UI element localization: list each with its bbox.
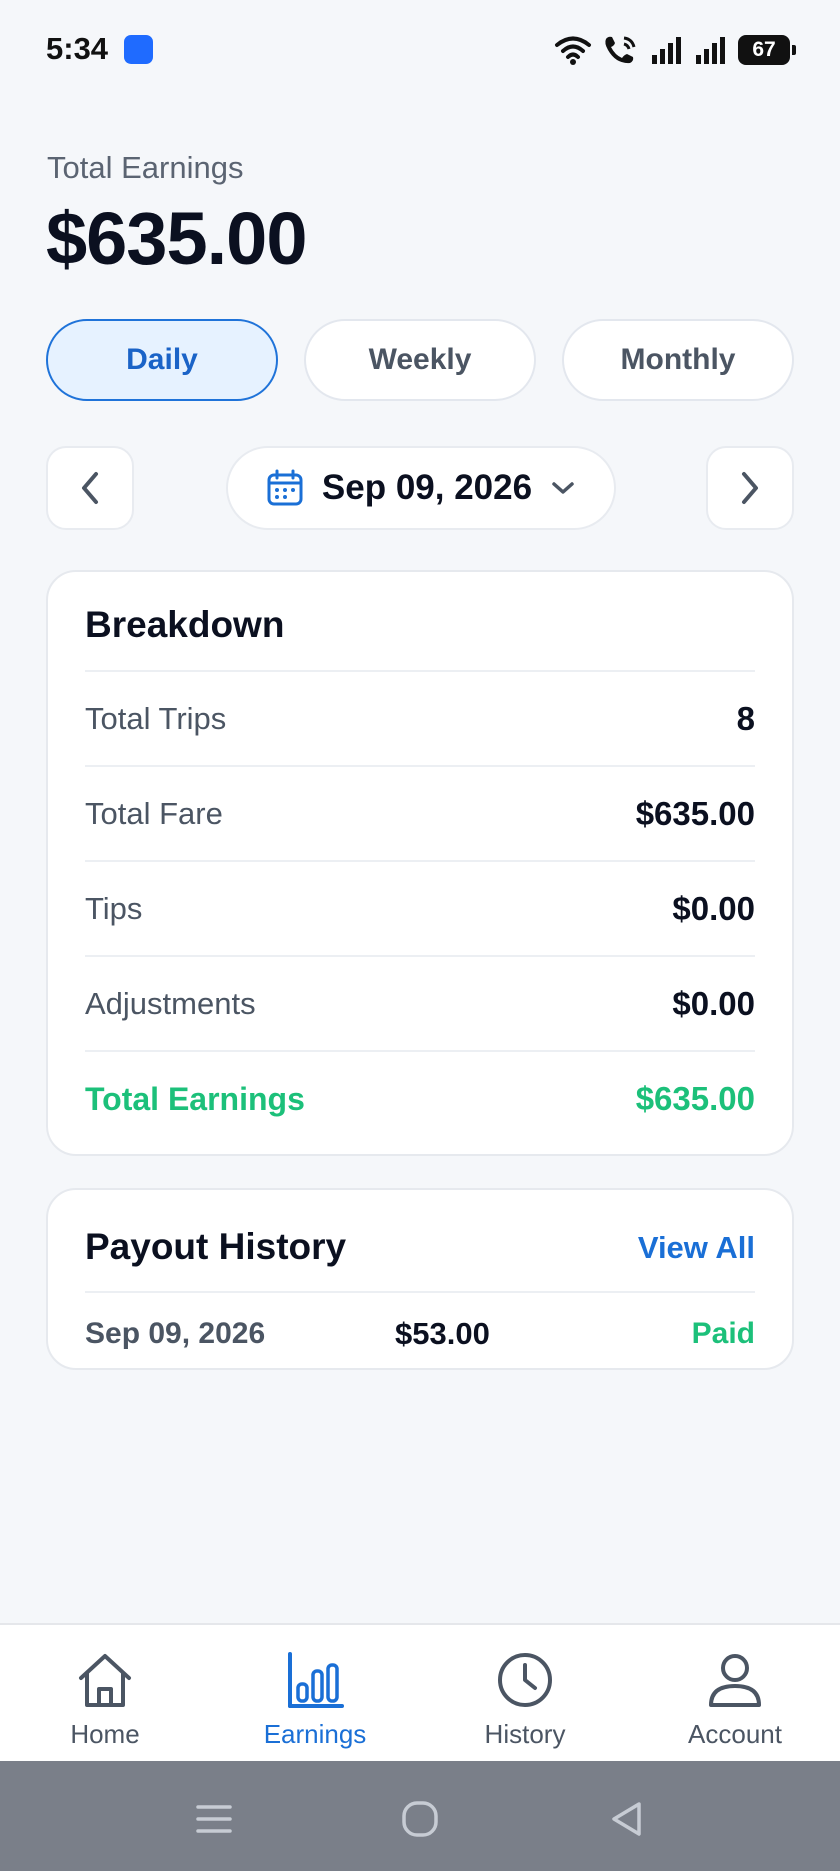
breakdown-row-total-fare: Total Fare $635.00	[85, 767, 755, 861]
selected-date: Sep 09, 2026	[321, 468, 533, 507]
battery-icon: 67	[738, 35, 796, 65]
status-bar: 5:34 67	[0, 0, 840, 100]
bar-chart-icon	[288, 1652, 344, 1708]
payout-status-badge: Paid	[691, 1317, 755, 1350]
breakdown-row-tips: Tips $0.00	[85, 862, 755, 956]
payout-history-title: Payout History	[85, 1226, 347, 1267]
call-icon	[605, 36, 636, 64]
row-value: $0.00	[672, 890, 755, 927]
user-icon	[709, 1654, 761, 1707]
system-navigation-bar	[0, 1761, 840, 1871]
divider	[85, 1291, 755, 1293]
breakdown-card: Breakdown Total Trips 8 Total Fare $635.…	[46, 570, 794, 1156]
payout-row[interactable]: Sep 09, 2026 $53.00 Paid	[85, 1298, 755, 1370]
signal-icon	[696, 37, 725, 64]
calendar-icon	[267, 469, 303, 506]
nav-item-home[interactable]: Home	[0, 1625, 210, 1761]
nav-label: Home	[70, 1719, 140, 1749]
status-time: 5:34	[46, 31, 109, 66]
nav-item-history[interactable]: History	[420, 1625, 630, 1761]
battery-level: 67	[752, 38, 776, 61]
breakdown-row-total-trips: Total Trips 8	[85, 672, 755, 766]
wifi-icon	[555, 36, 591, 65]
row-label: Tips	[85, 891, 143, 926]
row-label: Total Fare	[85, 796, 223, 831]
tab-monthly[interactable]: Monthly	[562, 319, 794, 401]
home-circle-icon[interactable]	[400, 1799, 440, 1839]
nav-label: History	[484, 1719, 566, 1749]
total-earnings-label: Total Earnings	[47, 150, 244, 185]
date-selector: Sep 09, 2026	[46, 446, 794, 530]
tab-daily[interactable]: Daily	[46, 319, 278, 401]
total-earnings-amount: $635.00	[46, 197, 307, 280]
date-picker-button[interactable]: Sep 09, 2026	[226, 446, 616, 530]
back-icon[interactable]	[606, 1799, 646, 1839]
nav-item-account[interactable]: Account	[630, 1625, 840, 1761]
chevron-left-icon	[82, 472, 98, 504]
breakdown-title: Breakdown	[85, 604, 285, 645]
total-earnings-row-value: $635.00	[635, 1080, 755, 1117]
payout-date: Sep 09, 2026	[85, 1317, 266, 1350]
chevron-right-icon	[742, 472, 758, 504]
payout-amount: $53.00	[395, 1316, 490, 1351]
breakdown-row-adjustments: Adjustments $0.00	[85, 957, 755, 1051]
nav-label: Earnings	[263, 1719, 367, 1749]
nav-label: Account	[688, 1719, 782, 1749]
next-date-button[interactable]	[706, 446, 794, 530]
clock-icon	[498, 1653, 552, 1707]
home-icon	[79, 1654, 131, 1707]
status-icons: 67	[554, 28, 796, 72]
signal-icon	[652, 37, 681, 64]
tab-weekly[interactable]: Weekly	[304, 319, 536, 401]
previous-date-button[interactable]	[46, 446, 134, 530]
period-tabs: Daily Weekly Monthly	[46, 319, 794, 401]
chevron-down-icon	[552, 482, 574, 494]
row-label: Total Trips	[85, 701, 227, 736]
view-all-link[interactable]: View All	[638, 1230, 755, 1266]
menu-icon[interactable]	[194, 1799, 234, 1839]
breakdown-row-total-earnings: Total Earnings $635.00	[85, 1052, 755, 1146]
row-value: 8	[736, 700, 755, 737]
payout-history-card: Payout History View All Sep 09, 2026 $53…	[46, 1188, 794, 1370]
row-value: $0.00	[672, 985, 755, 1022]
bottom-nav: Home Earnings History Account	[0, 1623, 840, 1761]
app-indicator-icon	[124, 35, 153, 64]
total-earnings-row-label: Total Earnings	[85, 1080, 305, 1117]
nav-item-earnings[interactable]: Earnings	[210, 1625, 420, 1761]
row-value: $635.00	[635, 795, 755, 832]
row-label: Adjustments	[85, 986, 256, 1021]
